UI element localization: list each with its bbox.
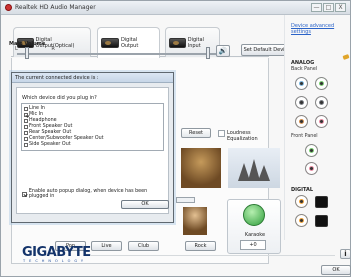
checkbox-checked-icon[interactable] xyxy=(24,113,28,117)
main-ok-button[interactable]: OK xyxy=(321,265,351,275)
maximize-button[interactable]: □ xyxy=(323,3,334,12)
coaxial-jack-icon[interactable] xyxy=(295,195,308,208)
coaxial-jack2-icon[interactable] xyxy=(295,214,308,227)
checkbox-icon[interactable] xyxy=(24,107,28,111)
volume-thumb[interactable] xyxy=(206,47,210,59)
gigabyte-logo: GIGABYTE xyxy=(22,245,91,260)
enable-auto-popup-option[interactable]: Enable auto popup dialog, when device ha… xyxy=(22,189,168,199)
front-panel-label: Front Panel xyxy=(291,134,318,139)
jack-sidebar: Device advanced settings ANALOG Back Pan… xyxy=(284,15,350,240)
loudness-equalization-checkbox[interactable] xyxy=(218,130,225,137)
back-jack-orange-icon[interactable] xyxy=(295,115,308,128)
back-panel-label: Back Panel xyxy=(291,67,318,72)
device-detection-dialog: The current connected device is : Which … xyxy=(11,72,174,223)
main-volume-slider[interactable] xyxy=(17,53,217,55)
tab-label: Digital Output xyxy=(120,37,139,49)
option-label: Side Speaker Out xyxy=(29,142,71,147)
info-button[interactable]: i xyxy=(340,249,351,259)
dialog-ok-button[interactable]: OK xyxy=(121,200,169,209)
karaoke-label: Karaoke xyxy=(244,232,266,238)
karaoke-control: Karaoke +0 xyxy=(227,199,281,254)
room-environment-image[interactable] xyxy=(181,148,221,188)
checkbox-icon[interactable] xyxy=(24,125,28,129)
back-jack-pink-icon[interactable] xyxy=(315,115,328,128)
device-options-list: Line In Mic In Headphone Front Speaker O… xyxy=(21,103,164,151)
opera-house-image[interactable] xyxy=(228,148,280,188)
checkbox-icon[interactable] xyxy=(24,131,28,135)
mute-speaker-button[interactable]: 🔊 xyxy=(216,45,230,57)
analog-heading: ANALOG xyxy=(291,60,315,66)
dialog-body: Which device did you plug in? Line In Mi… xyxy=(16,87,169,214)
back-jack-gray-icon[interactable] xyxy=(295,96,308,109)
dialog-title: The current connected device is : xyxy=(12,73,173,83)
digital-heading: DIGITAL xyxy=(291,187,314,193)
back-jack-gray2-icon[interactable] xyxy=(315,96,328,109)
front-jack-green-icon[interactable] xyxy=(305,144,318,157)
balance-labels: L R xyxy=(15,46,71,52)
title-bar: Realtek HD Audio Manager — □ X xyxy=(1,1,350,15)
close-button[interactable]: X xyxy=(335,3,346,12)
balance-thumb[interactable] xyxy=(25,47,29,59)
audio-manager-window: Realtek HD Audio Manager — □ X Digital O… xyxy=(0,0,351,277)
checkbox-icon[interactable] xyxy=(24,143,28,147)
wrench-icon xyxy=(342,54,350,60)
checkbox-icon[interactable] xyxy=(24,137,28,141)
optical-port-icon[interactable] xyxy=(315,196,328,208)
figure-icon xyxy=(183,207,207,235)
checkbox-checked-icon[interactable] xyxy=(22,191,27,197)
karaoke-value[interactable]: +0 xyxy=(240,240,266,250)
checkbox-icon[interactable] xyxy=(24,119,28,123)
device-advanced-settings-link[interactable]: Device advanced settings xyxy=(291,23,350,35)
back-jack-blue-icon[interactable] xyxy=(295,77,308,90)
optical-port2-icon[interactable] xyxy=(315,215,328,227)
footer-divider xyxy=(90,255,335,256)
eq-preset-club-button[interactable]: Club xyxy=(128,241,159,251)
karaoke-icon[interactable] xyxy=(243,204,265,226)
speaker-app-icon xyxy=(5,4,12,11)
loudness-equalization-label: Loudness Equalization xyxy=(227,130,258,142)
tab-label: Digital Input xyxy=(187,36,204,49)
dialog-question: Which device did you plug in? xyxy=(22,95,97,101)
option-side-speaker-out[interactable]: Side Speaker Out xyxy=(24,142,161,148)
back-jack-green-icon[interactable] xyxy=(315,77,328,90)
gigabyte-logo-subtitle: TECHNOLOGY xyxy=(23,259,88,263)
digital-input-icon xyxy=(169,37,186,48)
window-title: Realtek HD Audio Manager xyxy=(15,4,96,11)
environment-slider[interactable] xyxy=(176,197,195,203)
enable-auto-popup-label: Enable auto popup dialog, when device ha… xyxy=(28,189,148,199)
eq-preset-live-button[interactable]: Live xyxy=(91,241,122,251)
reset-button[interactable]: Reset xyxy=(181,128,211,138)
minimize-button[interactable]: — xyxy=(311,3,322,12)
front-jack-pink-icon[interactable] xyxy=(305,162,318,175)
digital-output-icon xyxy=(101,38,119,48)
window-controls: — □ X xyxy=(311,3,346,12)
eq-preset-rock-button[interactable]: Rock xyxy=(185,241,216,251)
